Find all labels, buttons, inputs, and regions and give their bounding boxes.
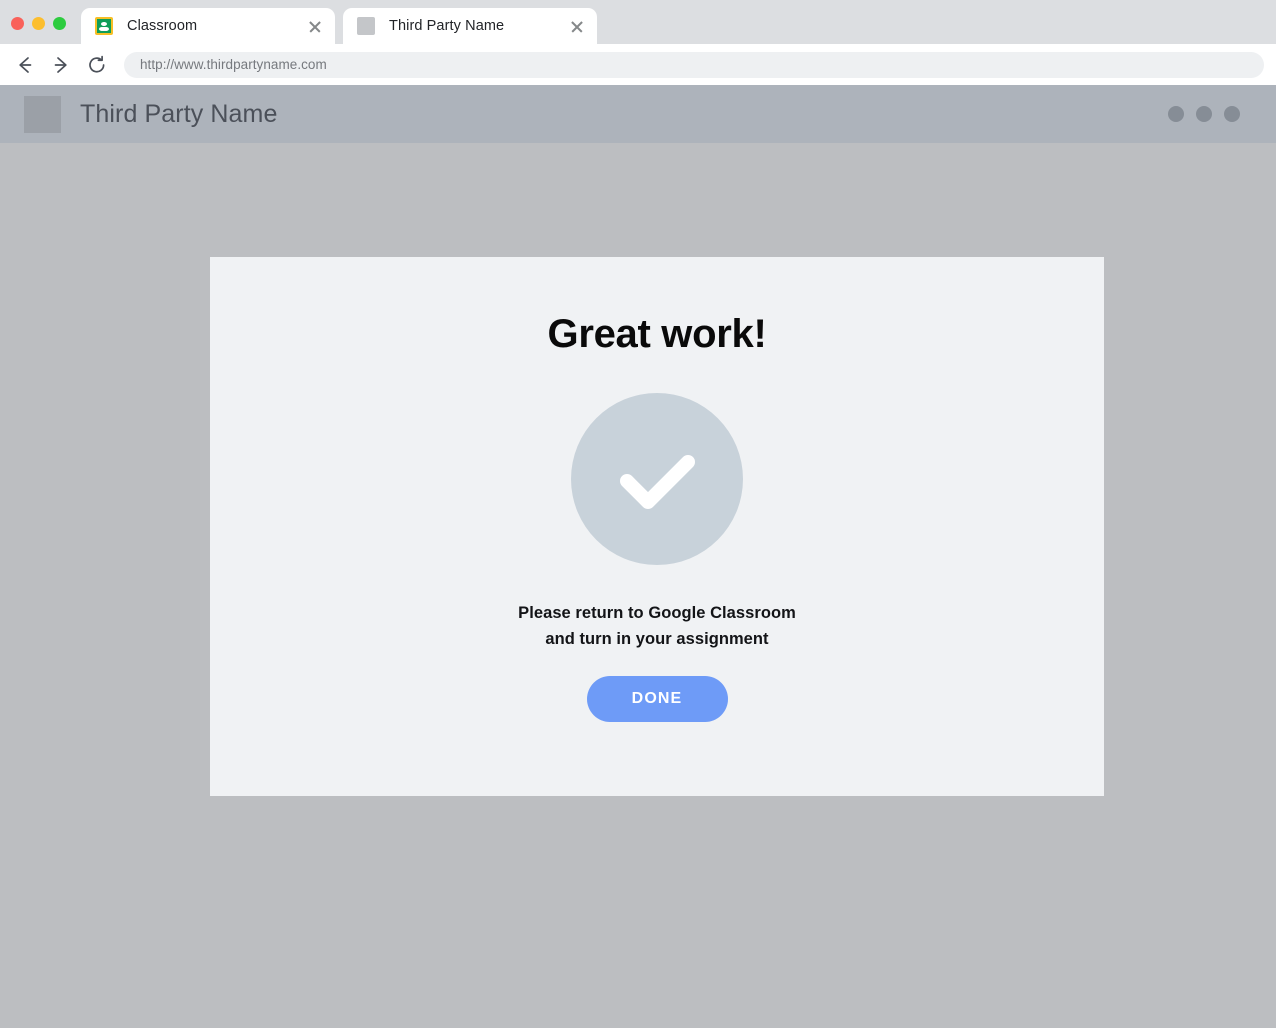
browser-toolbar: http://www.thirdpartyname.com <box>0 44 1276 85</box>
completion-card: Great work! Please return to Google Clas… <box>210 257 1104 796</box>
reload-icon[interactable] <box>84 52 110 78</box>
site-header: Third Party Name <box>0 85 1276 143</box>
card-message-line-1: Please return to Google Classroom <box>518 604 796 622</box>
close-icon[interactable] <box>305 16 325 36</box>
checkmark-circle-icon <box>571 393 743 565</box>
menu-dot-icon[interactable] <box>1224 106 1240 122</box>
menu-dot-icon[interactable] <box>1196 106 1212 122</box>
address-bar-url: http://www.thirdpartyname.com <box>140 57 327 72</box>
window-close-button[interactable] <box>11 17 24 30</box>
site-title: Third Party Name <box>80 99 278 128</box>
menu-dot-icon[interactable] <box>1168 106 1184 122</box>
browser-tab-title: Classroom <box>127 18 198 34</box>
done-button[interactable]: DONE <box>586 675 728 722</box>
browser-tab-third-party-name[interactable]: Third Party Name <box>343 8 597 44</box>
address-bar[interactable]: http://www.thirdpartyname.com <box>124 51 1264 78</box>
window-traffic-lights <box>11 17 66 30</box>
page-viewport: Third Party Name Great work! Please retu… <box>0 85 1276 1028</box>
generic-site-icon <box>357 17 375 35</box>
browser-tab-strip: Classroom Third Party Name <box>0 0 1276 44</box>
close-icon[interactable] <box>567 16 587 36</box>
window-maximize-button[interactable] <box>53 17 66 30</box>
card-message: Please return to Google Classroom and tu… <box>518 600 796 653</box>
browser-tab-classroom[interactable]: Classroom <box>81 8 335 44</box>
window-minimize-button[interactable] <box>32 17 45 30</box>
card-message-line-2: and turn in your assignment <box>545 630 769 649</box>
browser-window: Classroom Third Party Name http://www.th… <box>0 0 1276 1028</box>
page-title: Great work! <box>547 312 767 356</box>
site-logo-placeholder <box>24 95 61 133</box>
arrow-left-icon[interactable] <box>12 52 38 78</box>
browser-tabs: Classroom Third Party Name <box>81 8 597 44</box>
site-header-menu <box>1168 106 1240 122</box>
browser-tab-title: Third Party Name <box>389 18 505 34</box>
arrow-right-icon[interactable] <box>48 52 74 78</box>
google-classroom-icon <box>95 17 113 35</box>
